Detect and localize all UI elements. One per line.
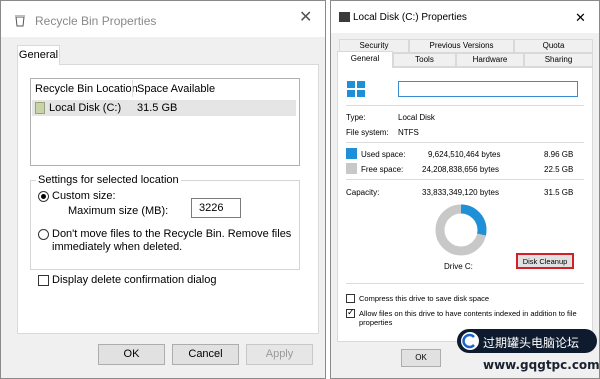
index-label: Allow files on this drive to have conten… xyxy=(359,309,577,327)
apply-button: Apply xyxy=(246,344,313,365)
tab-sharing[interactable]: Sharing xyxy=(524,53,593,67)
capacity-label: Capacity: xyxy=(346,188,380,197)
compress-checkbox[interactable] xyxy=(346,294,355,303)
drive-name-input[interactable] xyxy=(398,81,578,97)
list-item-space: 31.5 GB xyxy=(137,102,178,114)
capacity-bytes: 33,833,349,120 bytes xyxy=(422,188,499,197)
settings-group-label: Settings for selected location xyxy=(36,174,181,186)
recycle-bin-icon xyxy=(15,15,25,27)
close-icon[interactable]: ✕ xyxy=(299,10,312,26)
location-list[interactable]: Recycle Bin Location Space Available Loc… xyxy=(30,78,300,166)
max-size-label: Maximum size (MB): xyxy=(68,205,169,217)
list-item[interactable]: Local Disk (C:) 31.5 GB xyxy=(32,100,296,116)
tab-label: Security xyxy=(359,41,389,50)
watermark: 过期罐头电脑论坛 www.gqgtpc.com xyxy=(453,327,600,379)
cancel-button[interactable]: Cancel xyxy=(172,344,239,365)
ok-button[interactable]: OK xyxy=(98,344,165,365)
free-space-label: Free space: xyxy=(361,165,404,174)
watermark-line1: 过期罐头电脑论坛 xyxy=(483,336,580,350)
capacity-gb: 31.5 GB xyxy=(544,188,574,197)
max-size-input[interactable]: 3226 xyxy=(191,198,241,218)
tab-label: Hardware xyxy=(472,55,508,64)
title-bar: Local Disk (C:) Properties ✕ xyxy=(331,1,599,33)
close-icon[interactable]: ✕ xyxy=(575,10,586,26)
general-tab-page: Recycle Bin Location Space Available Loc… xyxy=(17,64,319,334)
compress-label: Compress this drive to save disk space xyxy=(359,294,490,303)
used-space-swatch xyxy=(346,148,357,159)
column-header-space[interactable]: Space Available xyxy=(137,83,215,95)
custom-size-radio[interactable] xyxy=(38,191,49,202)
window-title: Local Disk (C:) Properties xyxy=(353,12,467,23)
divider xyxy=(346,179,584,180)
disk-cleanup-button[interactable]: Disk Cleanup xyxy=(516,253,574,269)
column-header-location[interactable]: Recycle Bin Location xyxy=(35,83,138,95)
tab-general-label: General xyxy=(18,49,59,61)
filesystem-value: NTFS xyxy=(398,128,419,137)
window-title: Recycle Bin Properties xyxy=(35,14,157,28)
tab-label: General xyxy=(350,54,380,63)
drive-icon xyxy=(35,102,45,114)
drive-large-icon xyxy=(347,81,365,97)
title-bar: Recycle Bin Properties ✕ xyxy=(1,1,325,37)
used-space-bytes: 9,624,510,464 bytes xyxy=(428,150,501,159)
filesystem-label: File system: xyxy=(346,128,389,137)
drive-icon xyxy=(339,12,350,22)
tab-general[interactable]: General xyxy=(17,45,60,65)
drive-label: Drive C: xyxy=(444,262,473,271)
tab-general[interactable]: General xyxy=(337,51,393,68)
divider xyxy=(346,283,584,284)
divider xyxy=(346,142,584,143)
local-disk-properties-window: Local Disk (C:) Properties ✕ Security Pr… xyxy=(330,0,600,379)
max-size-value: 3226 xyxy=(199,202,224,214)
tab-hardware[interactable]: Hardware xyxy=(456,53,524,67)
column-divider xyxy=(132,80,133,97)
free-space-bytes: 24,208,838,656 bytes xyxy=(422,165,499,174)
used-space-gb: 8.96 GB xyxy=(544,150,574,159)
tab-tools[interactable]: Tools xyxy=(393,53,456,67)
tab-label: Tools xyxy=(415,55,434,64)
checkmark-icon: ✓ xyxy=(347,307,355,317)
list-item-location: Local Disk (C:) xyxy=(49,102,122,114)
watermark-line2: www.gqgtpc.com xyxy=(483,358,600,372)
watermark-logo-icon xyxy=(461,332,479,350)
display-confirm-checkbox[interactable] xyxy=(38,275,49,286)
type-label: Type: xyxy=(346,113,366,122)
tab-label: Sharing xyxy=(544,55,573,64)
display-confirm-label: Display delete confirmation dialog xyxy=(52,274,217,286)
disk-cleanup-label: Disk Cleanup xyxy=(522,257,568,266)
tab-label: Quota xyxy=(542,41,565,50)
index-checkbox[interactable]: ✓ xyxy=(346,307,355,318)
divider xyxy=(346,105,584,106)
tab-quota[interactable]: Quota xyxy=(514,39,593,53)
dont-move-radio[interactable] xyxy=(38,229,49,240)
recycle-bin-properties-window: Recycle Bin Properties ✕ General Recycle… xyxy=(0,0,326,379)
type-value: Local Disk xyxy=(398,113,435,122)
free-space-swatch xyxy=(346,163,357,174)
tab-previous-versions[interactable]: Previous Versions xyxy=(409,39,514,53)
free-space-gb: 22.5 GB xyxy=(544,165,574,174)
custom-size-label: Custom size: xyxy=(52,190,116,202)
disk-usage-donut xyxy=(435,204,487,256)
ok-button[interactable]: OK xyxy=(401,349,441,367)
general-tab-page: Type: Local Disk File system: NTFS Used … xyxy=(337,67,593,342)
used-space-label: Used space: xyxy=(361,150,406,159)
dont-move-label: Don't move files to the Recycle Bin. Rem… xyxy=(52,228,292,253)
tab-label: Previous Versions xyxy=(429,41,494,50)
